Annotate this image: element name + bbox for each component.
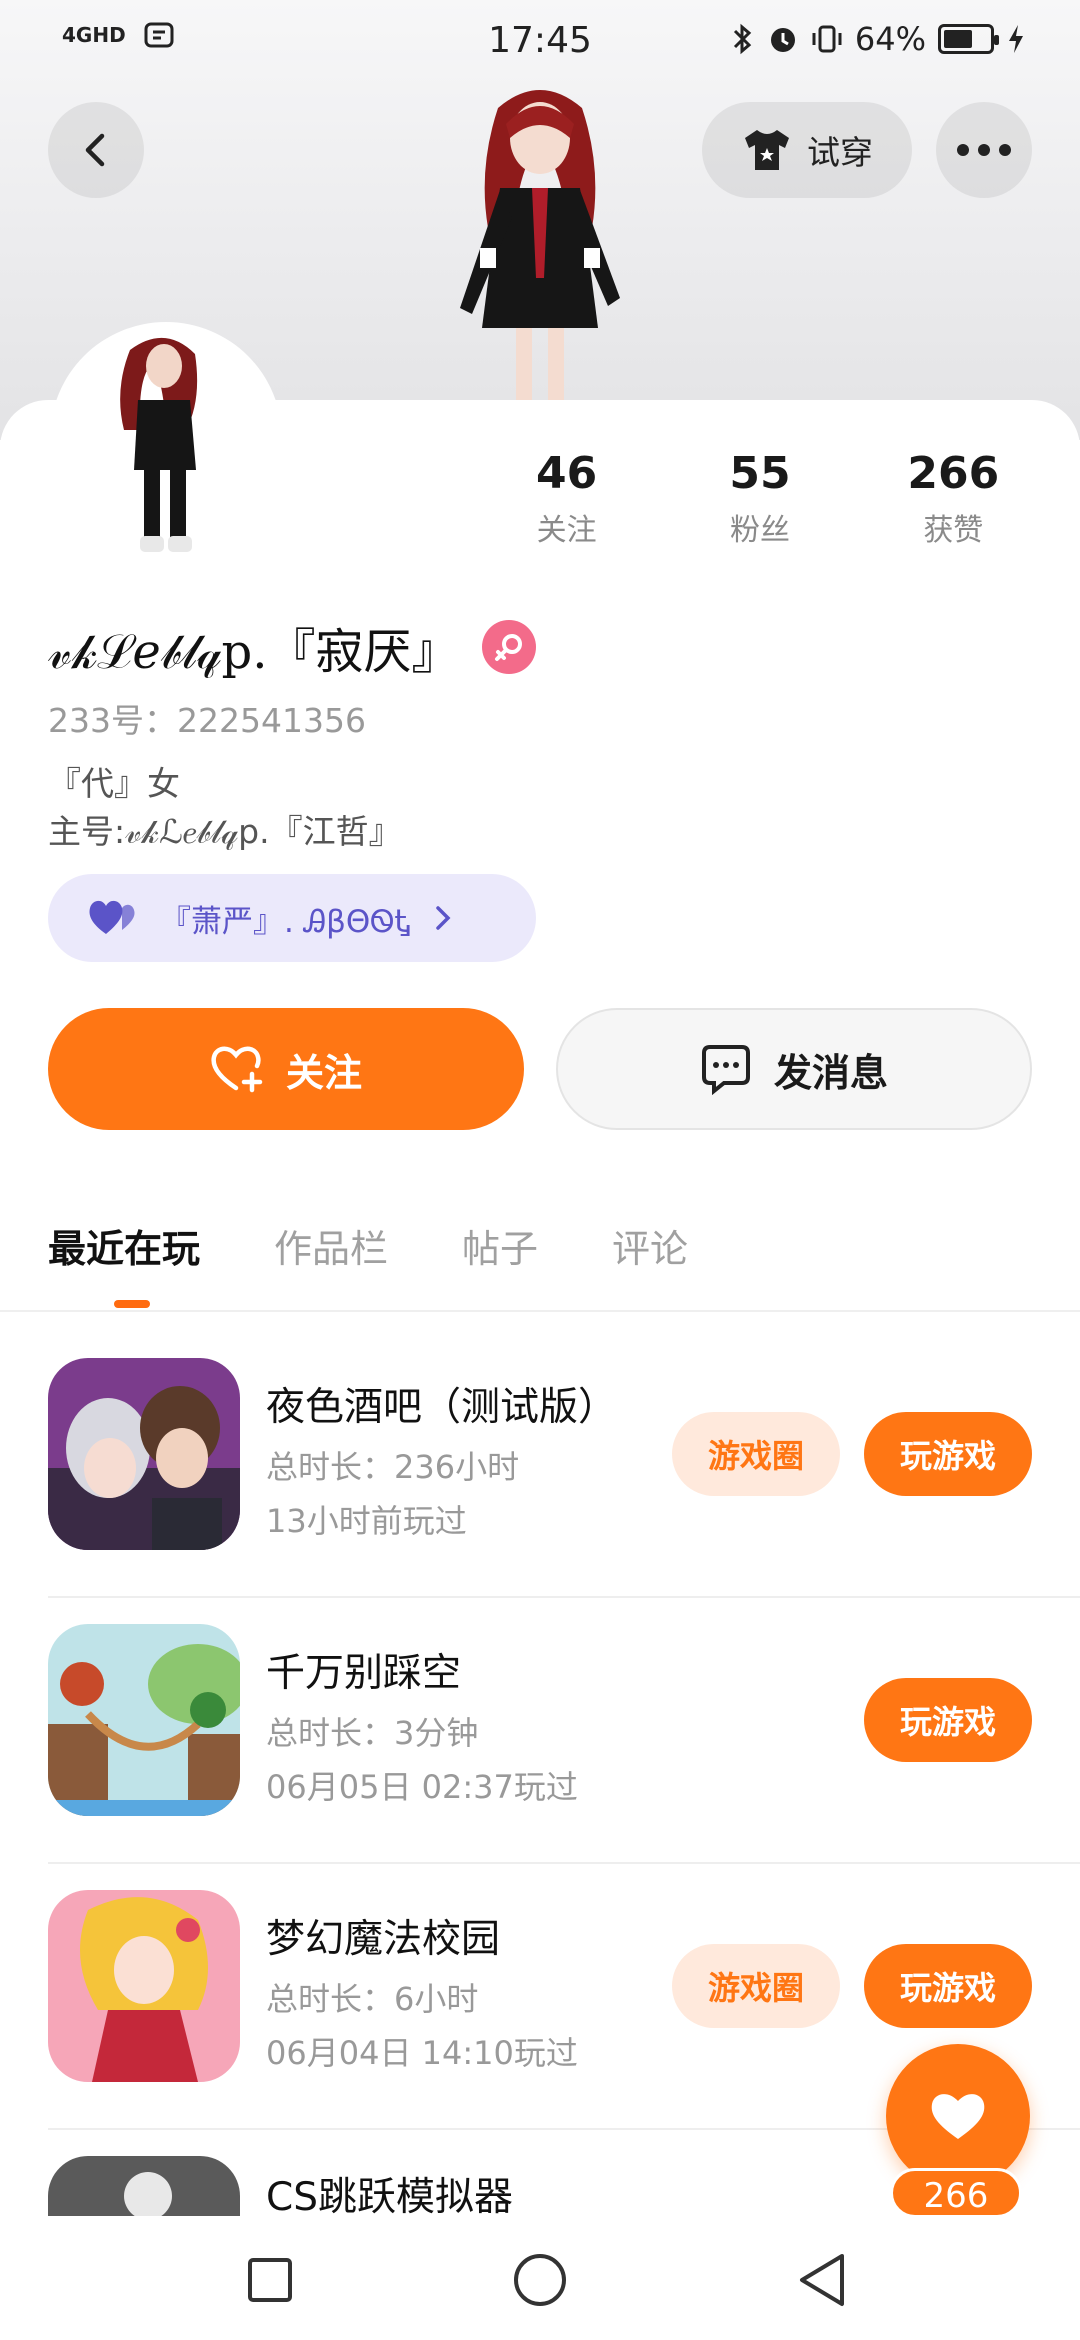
stat-label: 关注 — [536, 513, 597, 548]
stat-value: 266 — [907, 448, 1000, 499]
battery-percent: 64% — [854, 20, 926, 58]
follow-label: 关注 — [285, 1050, 362, 1095]
recents-button[interactable] — [238, 2248, 302, 2312]
stat-likes[interactable]: 266 获赞 — [857, 448, 1050, 549]
divider — [0, 1310, 1080, 1312]
triangle-back-icon — [800, 2254, 844, 2306]
more-button[interactable] — [936, 102, 1032, 198]
tab-comments[interactable]: 评论 — [612, 1218, 688, 1273]
tab-works[interactable]: 作品栏 — [274, 1218, 388, 1273]
system-nav-bar — [0, 2216, 1080, 2340]
square-icon — [248, 2258, 292, 2302]
chevron-right-icon — [436, 906, 451, 930]
status-bar: 4GHD 17:45 64% — [0, 0, 1080, 84]
circle-icon — [514, 2254, 566, 2306]
profile-bio: 『代』女 主号:𝓋𝓀ℒ𝑒𝒷𝓁𝓆p.『江哲』 — [48, 760, 402, 856]
stat-label: 粉丝 — [729, 513, 790, 548]
charging-icon — [1009, 25, 1023, 53]
double-heart-icon — [89, 900, 135, 934]
like-count: 266 — [890, 2168, 1022, 2218]
play-game-button[interactable]: 玩游戏 — [864, 1412, 1032, 1496]
game-playtime: 总时长：236小时 — [266, 1448, 520, 1486]
avatar-character-full — [460, 90, 620, 408]
chat-bubble-icon — [701, 1045, 750, 1095]
bio-line: 『代』女 — [48, 764, 180, 803]
stat-value: 55 — [729, 448, 791, 499]
vibrate-icon — [812, 25, 842, 53]
message-label: 发消息 — [773, 1050, 888, 1095]
tshirt-icon — [745, 130, 789, 170]
bluetooth-icon — [733, 23, 752, 55]
game-playtime: 总时长：3分钟 — [266, 1714, 479, 1752]
club-label: 『萧严』. ᎯβΘᏫᎿ — [160, 903, 412, 940]
game-icon — [48, 2156, 240, 2216]
like-button[interactable] — [886, 2044, 1030, 2188]
avatar[interactable] — [90, 330, 240, 560]
stat-label: 获赞 — [923, 513, 984, 548]
profile-name: 𝓋𝓀ℒ𝑒𝒷𝓁𝓆p.『寂厌』 — [48, 624, 460, 680]
back-button[interactable] — [48, 102, 144, 198]
alarm-icon — [770, 28, 795, 52]
game-playtime: 总时长：6小时 — [266, 1980, 479, 2018]
stat-value: 46 — [536, 448, 598, 499]
user-id: 233号：222541356 — [48, 701, 366, 740]
tab-recently-played[interactable]: 最近在玩 — [48, 1218, 200, 1273]
home-button[interactable] — [508, 2248, 572, 2312]
female-icon — [481, 620, 536, 674]
game-icon — [48, 1890, 240, 2082]
game-title: 夜色酒吧（测试版） — [266, 1385, 618, 1430]
name-row: 𝓋𝓀ℒ𝑒𝒷𝓁𝓆p.『寂厌』 — [48, 612, 536, 682]
divider — [48, 1862, 1080, 1864]
profile-tabs: 最近在玩 作品栏 帖子 评论 — [48, 1218, 688, 1273]
message-button[interactable]: 发消息 — [556, 1008, 1032, 1130]
divider — [48, 1596, 1080, 1598]
more-dots-icon — [957, 144, 1011, 156]
stat-followers[interactable]: 55 粉丝 — [663, 448, 856, 549]
game-circle-button[interactable]: 游戏圈 — [672, 1944, 840, 2028]
play-game-button[interactable]: 玩游戏 — [864, 1944, 1032, 2028]
game-last-played: 06月04日 14:10玩过 — [266, 2034, 578, 2072]
stat-following[interactable]: 46 关注 — [470, 448, 663, 549]
battery-icon — [938, 24, 999, 54]
play-game-button[interactable]: 玩游戏 — [864, 1678, 1032, 1762]
game-title: CS跳跃模拟器 — [266, 2175, 513, 2216]
game-icon — [48, 1624, 240, 1816]
list-item[interactable]: 千万别踩空 总时长：3分钟 06月05日 02:37玩过 玩游戏 — [48, 1624, 1080, 1890]
heart-icon — [931, 2094, 985, 2139]
list-item[interactable]: 夜色酒吧（测试版） 总时长：236小时 13小时前玩过 游戏圈 玩游戏 — [48, 1358, 1080, 1624]
tab-indicator — [114, 1300, 150, 1308]
club-badge[interactable]: 『萧严』. ᎯβΘᏫᎿ — [48, 874, 536, 962]
follow-button[interactable]: 关注 — [48, 1008, 524, 1130]
game-circle-button[interactable]: 游戏圈 — [672, 1412, 840, 1496]
game-title: 梦幻魔法校园 — [266, 1917, 501, 1962]
game-last-played: 06月05日 02:37玩过 — [266, 1768, 578, 1806]
try-on-label: 试穿 — [807, 133, 873, 172]
chevron-left-icon — [85, 133, 105, 167]
heart-plus-icon — [211, 1046, 263, 1093]
profile-page: 4GHD 17:45 64% 试穿 46 关注 55 粉丝 266 获赞 𝓋𝓀ℒ… — [0, 0, 1080, 2340]
profile-stats: 46 关注 55 粉丝 266 获赞 — [470, 448, 1050, 549]
game-last-played: 13小时前玩过 — [266, 1502, 467, 1540]
game-icon — [48, 1358, 240, 1550]
back-nav-button[interactable] — [790, 2248, 854, 2312]
bio-line: 主号:𝓋𝓀ℒ𝑒𝒷𝓁𝓆p.『江哲』 — [48, 812, 402, 851]
try-on-button[interactable]: 试穿 — [702, 102, 912, 198]
game-title: 千万别踩空 — [266, 1651, 462, 1696]
tab-posts[interactable]: 帖子 — [462, 1218, 538, 1273]
